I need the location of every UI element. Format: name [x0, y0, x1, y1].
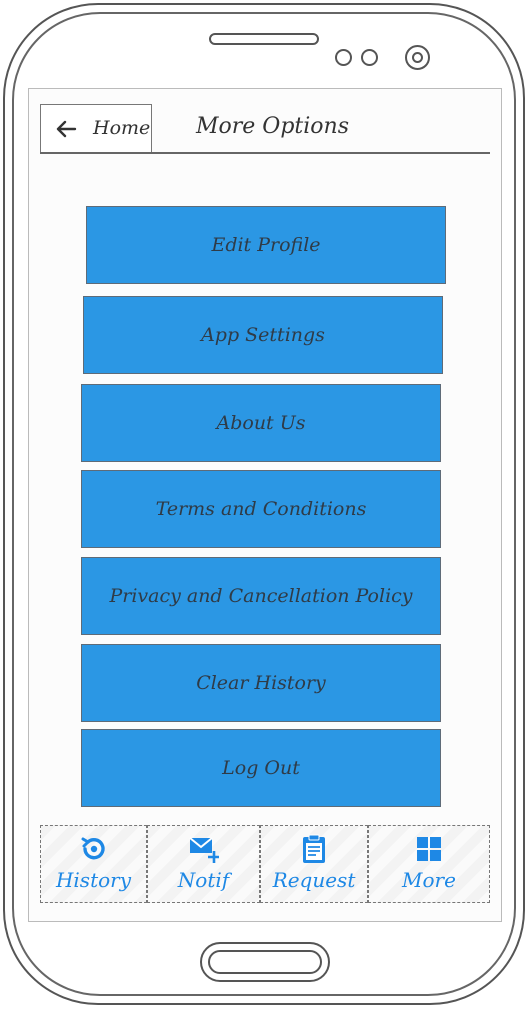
- home-back-button[interactable]: Home: [40, 104, 152, 154]
- tab-more[interactable]: More: [368, 825, 490, 903]
- tab-history[interactable]: History: [40, 825, 147, 903]
- app-settings-button[interactable]: App Settings: [83, 296, 443, 374]
- tab-more-label: More: [402, 868, 456, 892]
- clipboard-icon: [303, 834, 325, 863]
- tab-history-label: History: [55, 868, 132, 892]
- tab-notif-label: Notif: [177, 868, 230, 892]
- proximity-sensor-right: [361, 49, 378, 66]
- about-us-button[interactable]: About Us: [81, 384, 441, 462]
- terms-and-conditions-button[interactable]: Terms and Conditions: [81, 470, 441, 548]
- back-button-label: Home: [93, 117, 151, 139]
- history-icon: [81, 837, 105, 860]
- log-out-button[interactable]: Log Out: [81, 729, 441, 807]
- page-title: More Options: [196, 114, 350, 139]
- tab-notif[interactable]: Notif: [147, 825, 260, 903]
- front-camera-icon: [405, 45, 430, 70]
- grid-icon: [417, 837, 441, 861]
- header-divider: [40, 152, 490, 154]
- tab-request[interactable]: Request: [260, 825, 368, 903]
- edit-profile-button[interactable]: Edit Profile: [86, 206, 446, 284]
- arrow-left-icon: [56, 120, 77, 138]
- clear-history-button[interactable]: Clear History: [81, 644, 441, 722]
- privacy-policy-button[interactable]: Privacy and Cancellation Policy: [81, 557, 441, 635]
- bottom-tab-bar: History Notif Request More: [40, 825, 490, 903]
- tab-request-label: Request: [272, 868, 356, 892]
- speaker-grille: [209, 33, 319, 45]
- mail-plus-icon: [188, 837, 219, 863]
- hardware-home-button[interactable]: [200, 942, 330, 982]
- proximity-sensor-left: [335, 49, 352, 66]
